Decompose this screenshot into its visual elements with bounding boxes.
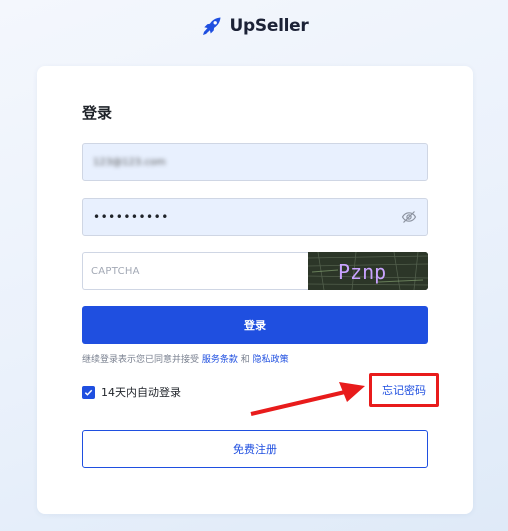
terms-prefix: 继续登录表示您已同意并接受 bbox=[82, 355, 202, 365]
captcha-image[interactable]: Pznp bbox=[308, 252, 428, 290]
login-button[interactable]: 登录 bbox=[82, 306, 428, 344]
privacy-policy-link[interactable]: 隐私政策 bbox=[253, 355, 289, 365]
captcha-row: Pznp bbox=[82, 252, 428, 290]
rocket-icon bbox=[202, 17, 221, 35]
service-terms-link[interactable]: 服务条款 bbox=[202, 355, 238, 365]
captcha-input[interactable] bbox=[91, 265, 300, 277]
brand-logo: UpSeller bbox=[0, 14, 508, 38]
remember-label: 14天内自动登录 bbox=[101, 386, 181, 399]
email-input[interactable] bbox=[93, 156, 417, 168]
page-title: 登录 bbox=[82, 104, 113, 122]
terms-notice: 继续登录表示您已同意并接受 服务条款 和 隐私政策 bbox=[82, 352, 289, 365]
register-button[interactable]: 免费注册 bbox=[82, 430, 428, 468]
remember-me[interactable]: 14天内自动登录 bbox=[82, 384, 181, 400]
captcha-field[interactable] bbox=[82, 252, 308, 290]
terms-and: 和 bbox=[237, 355, 253, 365]
check-icon bbox=[84, 389, 93, 396]
remember-checkbox[interactable] bbox=[82, 385, 95, 399]
eye-off-icon[interactable] bbox=[401, 209, 417, 225]
password-field[interactable] bbox=[82, 198, 428, 236]
brand-name: UpSeller bbox=[229, 16, 309, 36]
captcha-text: Pznp bbox=[338, 260, 386, 284]
annotation-arrow-icon bbox=[250, 382, 365, 416]
forgot-password-highlight: 忘记密码 bbox=[369, 373, 439, 407]
password-input[interactable] bbox=[93, 210, 401, 224]
email-field[interactable] bbox=[82, 143, 428, 181]
login-card: 登录 P bbox=[37, 66, 473, 514]
forgot-password-link[interactable]: 忘记密码 bbox=[382, 382, 426, 398]
